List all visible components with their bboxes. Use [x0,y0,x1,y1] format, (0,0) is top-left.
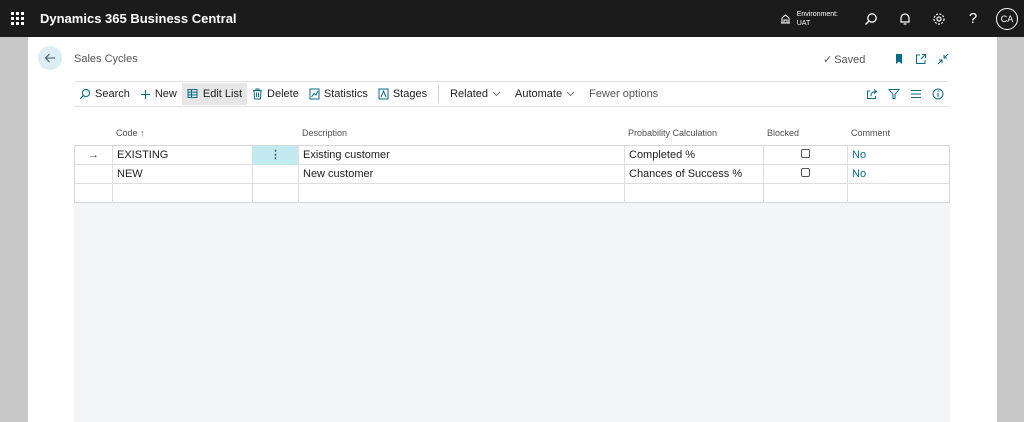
column-header-comment[interactable]: Comment [851,128,890,138]
description-cell[interactable]: New customer [299,165,625,184]
notifications-bell-icon[interactable] [888,0,922,37]
trash-icon [253,88,263,100]
list-view-icon[interactable] [905,82,927,106]
list-grid-area: Code ↑ Description Probability Calculati… [74,121,950,422]
code-cell[interactable] [113,184,253,203]
blocked-cell [764,165,848,184]
column-header-blocked[interactable]: Blocked [767,128,799,138]
list-page: Sales Cycles ✓ Saved Search New Edit Lis… [28,37,997,422]
delete-label: Delete [267,88,299,100]
row-actions-kebab-icon[interactable]: ⋮ [253,146,299,165]
row-actions-cell [253,184,299,203]
comment-cell[interactable] [848,184,949,203]
page-title: Sales Cycles [74,53,138,65]
settings-gear-icon[interactable] [922,0,956,37]
description-cell[interactable] [299,184,625,203]
code-cell[interactable]: NEW [113,165,253,184]
stages-icon [378,88,389,100]
row-marker-arrow-icon: → [75,146,113,165]
comment-cell[interactable]: No [848,146,949,165]
right-backdrop [997,37,1024,422]
probability-cell[interactable] [625,184,764,203]
automate-menu[interactable]: Automate [510,83,584,105]
related-label: Related [450,88,488,100]
app-launcher-waffle-icon[interactable] [2,0,32,37]
related-menu[interactable]: Related [445,83,510,105]
environment-value: UAT [796,19,811,27]
column-header-description[interactable]: Description [302,128,347,138]
column-header-probability-calculation[interactable]: Probability Calculation [628,128,717,138]
collapse-icon[interactable] [932,50,954,68]
table-row[interactable]: NEW New customer Chances of Success % No [75,165,949,184]
app-header-bar: Dynamics 365 Business Central Environmen… [0,0,1024,37]
help-icon[interactable]: ? [956,0,990,37]
description-cell[interactable]: Existing customer [299,146,625,165]
edit-list-label: Edit List [202,88,243,100]
saved-label: Saved [834,53,866,66]
environment-icon [780,14,790,24]
blocked-cell[interactable] [764,184,848,203]
blocked-checkbox[interactable] [801,168,810,177]
fewer-options-button[interactable]: Fewer options [584,83,663,105]
blocked-checkbox[interactable] [801,149,810,158]
saved-status: ✓ Saved [823,53,866,67]
row-marker-cell [75,165,113,184]
chevron-down-icon [566,91,575,97]
statistics-label: Statistics [323,88,368,100]
table-row[interactable]: → EXISTING ⋮ Existing customer Completed… [75,146,949,165]
edit-list-icon [187,89,198,98]
grid-rows: → EXISTING ⋮ Existing customer Completed… [74,145,950,203]
filter-icon[interactable] [883,82,905,106]
action-bar: Search New Edit List Delete Statistics S… [74,81,949,107]
arrow-left-icon [44,53,55,63]
share-icon[interactable] [861,82,883,106]
column-header-code[interactable]: Code ↑ [116,128,145,138]
comment-cell[interactable]: No [848,165,949,184]
delete-action[interactable]: Delete [247,83,304,105]
grid-header: Code ↑ Description Probability Calculati… [74,121,950,145]
open-in-new-window-icon[interactable] [910,50,932,68]
search-icon [79,88,91,100]
chevron-down-icon [492,91,501,97]
probability-cell[interactable]: Chances of Success % [625,165,764,184]
action-separator [438,85,440,103]
left-backdrop [0,37,28,422]
app-name[interactable]: Dynamics 365 Business Central [40,11,237,26]
code-cell[interactable]: EXISTING [113,146,253,165]
search-icon[interactable] [854,0,888,37]
search-action[interactable]: Search [74,83,135,105]
statistics-icon [309,88,320,100]
stages-label: Stages [392,88,428,100]
row-actions-cell [253,165,299,184]
new-label: New [154,88,177,100]
row-marker-cell [75,184,113,203]
sort-ascending-icon: ↑ [140,128,145,138]
table-row-empty[interactable] [75,184,949,203]
probability-cell[interactable]: Completed % [625,146,764,165]
automate-label: Automate [515,88,563,100]
bookmark-icon[interactable] [888,50,910,68]
blocked-cell [764,146,848,165]
checkmark-icon: ✓ [823,54,833,66]
stages-action[interactable]: Stages [373,83,432,105]
edit-list-action[interactable]: Edit List [181,83,248,105]
new-action[interactable]: New [135,83,182,105]
environment-label: Environment: [796,10,838,18]
environment-indicator[interactable]: Environment: UAT [779,10,838,28]
search-label: Search [95,88,130,100]
user-avatar[interactable]: CA [996,7,1018,30]
info-icon[interactable] [927,82,949,106]
plus-icon [140,89,150,99]
back-button[interactable] [38,46,62,70]
statistics-action[interactable]: Statistics [304,83,373,105]
